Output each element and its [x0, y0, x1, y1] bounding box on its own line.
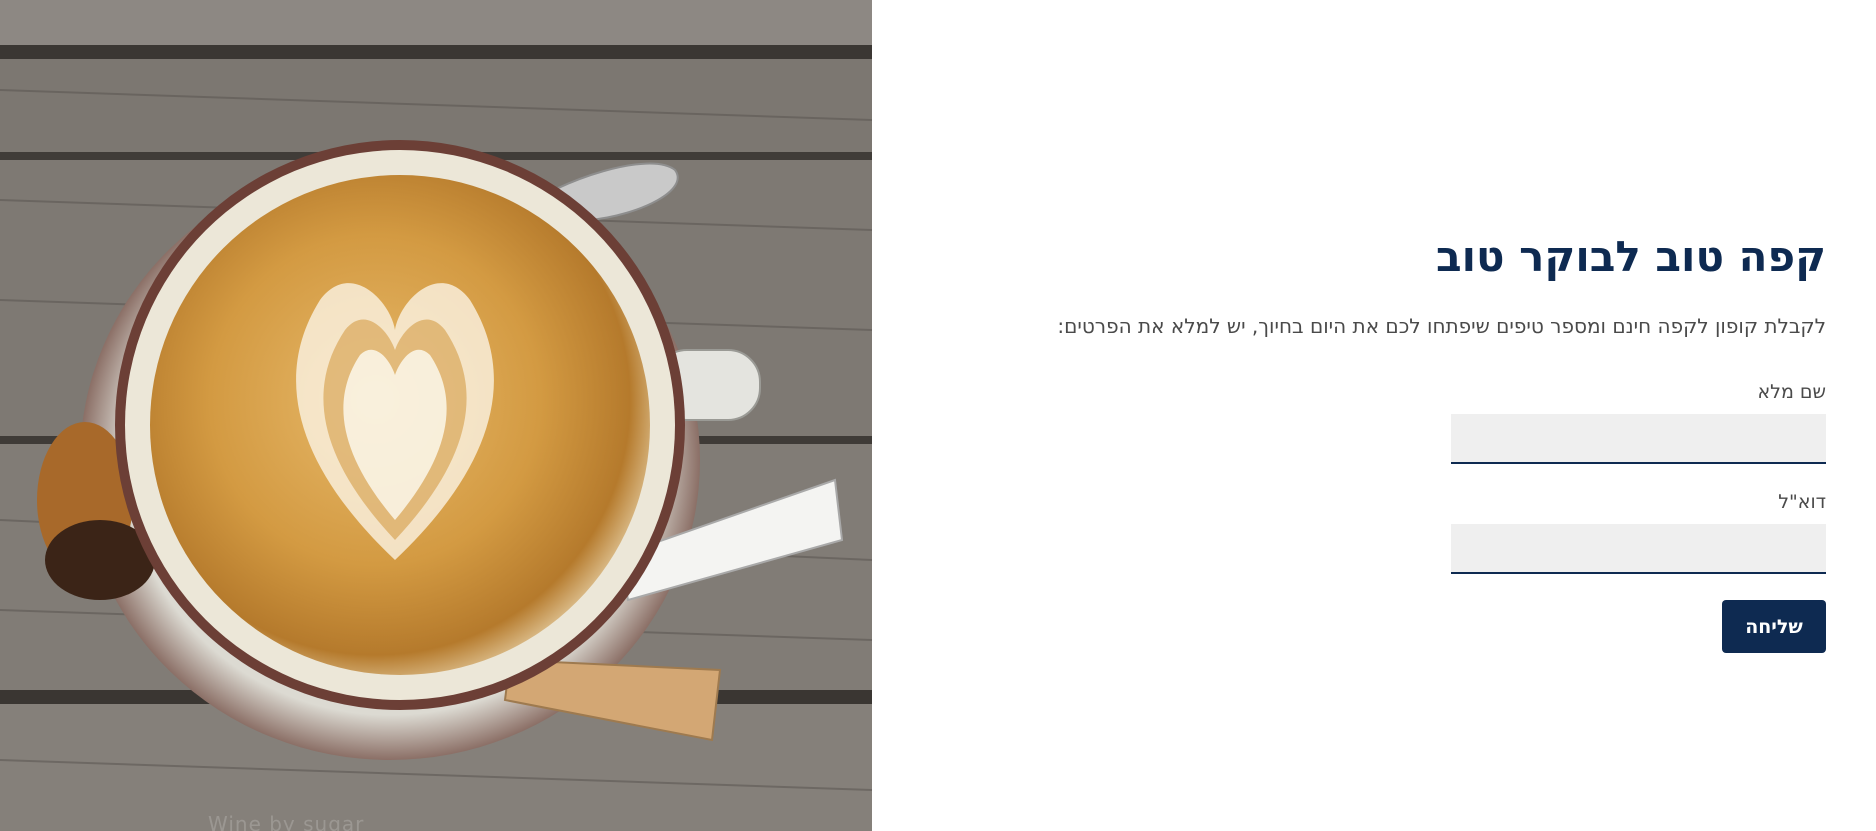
- landing-page: Wine by sugar קפה טוב לבוקר טוב לקבלת קו…: [0, 0, 1876, 831]
- email-label: דוא"ל: [1778, 491, 1826, 513]
- email-field: דוא"ל: [1451, 490, 1826, 574]
- submit-row: שליחה: [926, 600, 1826, 653]
- signup-panel: קפה טוב לבוקר טוב לקבלת קופון לקפה חינם …: [926, 228, 1826, 653]
- email-input[interactable]: [1451, 524, 1826, 574]
- full-name-label: שם מלא: [1757, 381, 1826, 403]
- latte-cup-image: [0, 0, 872, 831]
- submit-button[interactable]: שליחה: [1722, 600, 1826, 653]
- coupon-form: שם מלא דוא"ל שליחה: [926, 380, 1826, 653]
- full-name-field: שם מלא: [1451, 380, 1826, 464]
- full-name-input[interactable]: [1451, 414, 1826, 464]
- page-title: קפה טוב לבוקר טוב: [1435, 232, 1826, 281]
- page-subtitle: לקבלת קופון לקפה חינם ומספר טיפים שיפתחו…: [1057, 314, 1826, 338]
- image-watermark: Wine by sugar: [208, 812, 365, 831]
- coffee-photo: Wine by sugar: [0, 0, 872, 831]
